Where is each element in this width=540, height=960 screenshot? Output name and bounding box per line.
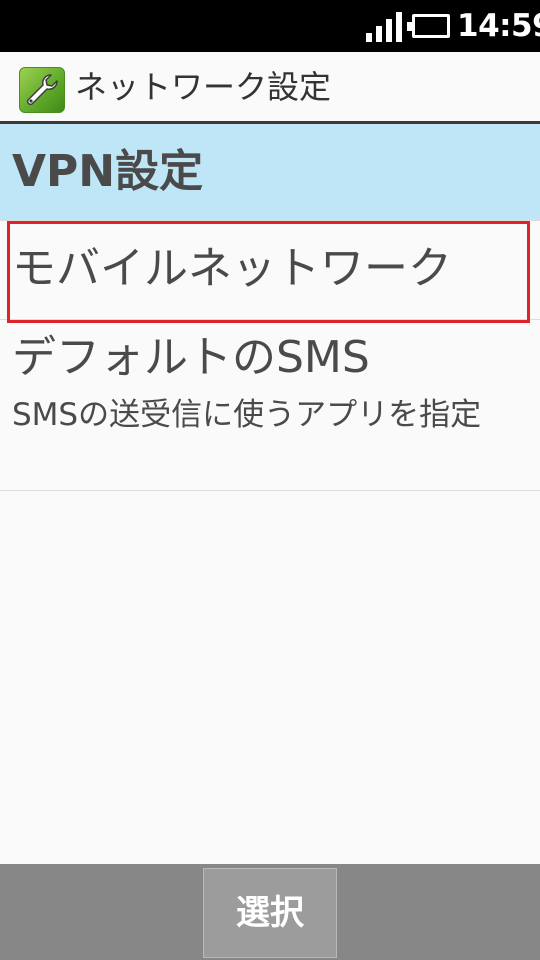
list-item-label: デフォルトのSMS <box>12 332 370 383</box>
list-item-label: VPN設定 <box>12 146 204 197</box>
page-title: ネットワーク設定 <box>75 68 332 106</box>
status-clock: 14:59 <box>457 8 540 44</box>
battery-icon <box>407 14 450 38</box>
signal-bars-icon <box>366 12 402 42</box>
status-bar: 14:59 <box>0 0 540 52</box>
app-header: ネットワーク設定 <box>0 52 540 124</box>
list-item-default-sms[interactable]: デフォルトのSMS SMSの送受信に使うアプリを指定 <box>0 320 540 491</box>
settings-list: VPN設定 モバイルネットワーク デフォルトのSMS SMSの送受信に使うアプリ… <box>0 124 540 491</box>
list-item-label: モバイルネットワーク <box>12 243 452 294</box>
wrench-settings-icon <box>19 67 65 113</box>
list-item-description: SMSの送受信に使うアプリを指定 <box>12 397 482 433</box>
list-item-vpn-settings[interactable]: VPN設定 <box>0 124 540 221</box>
list-item-mobile-network[interactable]: モバイルネットワーク <box>0 221 540 320</box>
select-button[interactable]: 選択 <box>203 868 337 958</box>
softkey-bar: 選択 <box>0 864 540 960</box>
